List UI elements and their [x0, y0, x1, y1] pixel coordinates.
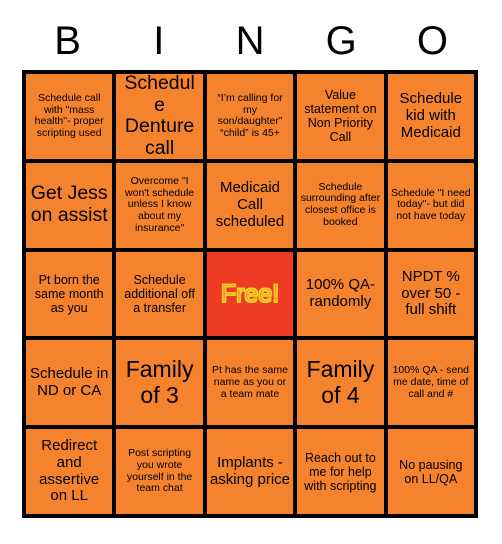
bingo-cell-label: No pausing on LL/QA — [399, 457, 463, 486]
bingo-cell[interactable]: Schedule call with "mass health"- proper… — [26, 74, 113, 159]
bingo-grid: Schedule call with "mass health"- proper… — [22, 70, 478, 518]
bingo-cell-label: Schedule call with "mass health"- proper… — [34, 91, 104, 140]
bingo-cell[interactable]: Medicaid Call scheduled — [206, 162, 294, 248]
bingo-cell[interactable]: Implants - asking price — [206, 429, 294, 514]
bingo-cell[interactable]: Schedule additional off a transfer — [116, 251, 203, 337]
bingo-cell-label: Reach out to me for help with scripting — [304, 450, 377, 493]
bingo-header: B I N G O — [22, 14, 478, 68]
bingo-cell-label: Medicaid Call scheduled — [215, 179, 285, 230]
bingo-cell[interactable]: NPDT % over 50 - full shift — [387, 251, 474, 337]
bingo-cell[interactable]: Family of 3 — [116, 340, 203, 426]
bingo-cell[interactable]: Schedule "I need today"- but did not hav… — [387, 162, 474, 248]
bingo-header-letter-o: O — [416, 19, 448, 63]
bingo-cell-label: Redirect and assertive on LL — [39, 437, 100, 505]
bingo-cell-label: “I’m calling for my son/daughter” “child… — [217, 91, 283, 140]
bingo-cell-label: NPDT % over 50 - full shift — [401, 267, 461, 319]
bingo-cell-label: Implants - asking price — [209, 453, 291, 488]
bingo-cell[interactable]: Redirect and assertive on LL — [26, 429, 113, 514]
bingo-header-letter-n: N — [235, 19, 265, 63]
bingo-cell-label: Schedule additional off a transfer — [124, 272, 195, 315]
bingo-cell[interactable]: “I’m calling for my son/daughter” “child… — [206, 74, 294, 159]
bingo-cell[interactable]: 100% QA - send me date, time of call and… — [387, 340, 474, 426]
bingo-cell[interactable]: Schedule in ND or CA — [26, 340, 113, 426]
bingo-header-letter-b: B — [54, 19, 81, 63]
bingo-cell[interactable]: 100% QA- randomly — [297, 251, 384, 337]
bingo-cell[interactable]: No pausing on LL/QA — [387, 429, 474, 514]
bingo-free-space-label: Free! — [220, 279, 280, 308]
bingo-cell-label: Family of 3 — [125, 356, 194, 408]
bingo-cell-label: 100% QA - send me date, time of call and… — [392, 364, 470, 400]
bingo-cell[interactable]: Value statement on Non Priority Call — [297, 74, 384, 159]
bingo-cell-label: Schedule "I need today"- but did not hav… — [390, 186, 471, 223]
bingo-cell[interactable]: Family of 4 — [297, 340, 384, 426]
bingo-cell-label: Get Jess on assist — [30, 182, 108, 227]
bingo-cell[interactable]: Schedule kid with Medicaid — [387, 74, 474, 159]
bingo-cell-label: Post scripting you wrote yourself in the… — [126, 447, 193, 495]
bingo-cell-label: Schedule surrounding after closest offic… — [300, 180, 381, 228]
bingo-cell[interactable]: Pt born the same month as you — [26, 251, 113, 337]
bingo-card: B I N G O Schedule call with "mass healt… — [0, 0, 502, 544]
bingo-cell-label: Value statement on Non Priority Call — [304, 88, 377, 145]
bingo-cell-label: Pt has the same name as you or a team ma… — [212, 364, 288, 400]
bingo-cell[interactable]: Schedule Denture call — [116, 74, 203, 159]
bingo-cell-label: 100% QA- randomly — [305, 276, 375, 310]
bingo-cell-label: Schedule in ND or CA — [29, 364, 109, 399]
bingo-cell[interactable]: Reach out to me for help with scripting — [297, 429, 384, 514]
bingo-cell-label: Family of 4 — [306, 356, 375, 408]
bingo-cell-label: Schedule Denture call — [124, 74, 195, 159]
bingo-cell-label: Overcome "I won't schedule unless I know… — [125, 174, 195, 234]
bingo-header-letter-i: I — [153, 19, 165, 63]
bingo-cell[interactable]: Get Jess on assist — [26, 162, 113, 248]
bingo-header-letter-g: G — [325, 19, 357, 63]
bingo-cell[interactable]: Overcome "I won't schedule unless I know… — [116, 162, 203, 248]
bingo-cell-label: Schedule kid with Medicaid — [399, 90, 463, 141]
bingo-free-space[interactable]: Free! — [206, 251, 294, 337]
bingo-cell-label: Pt born the same month as you — [34, 272, 104, 315]
bingo-cell[interactable]: Post scripting you wrote yourself in the… — [116, 429, 203, 514]
bingo-cell[interactable]: Schedule surrounding after closest offic… — [297, 162, 384, 248]
bingo-cell[interactable]: Pt has the same name as you or a team ma… — [206, 340, 294, 426]
